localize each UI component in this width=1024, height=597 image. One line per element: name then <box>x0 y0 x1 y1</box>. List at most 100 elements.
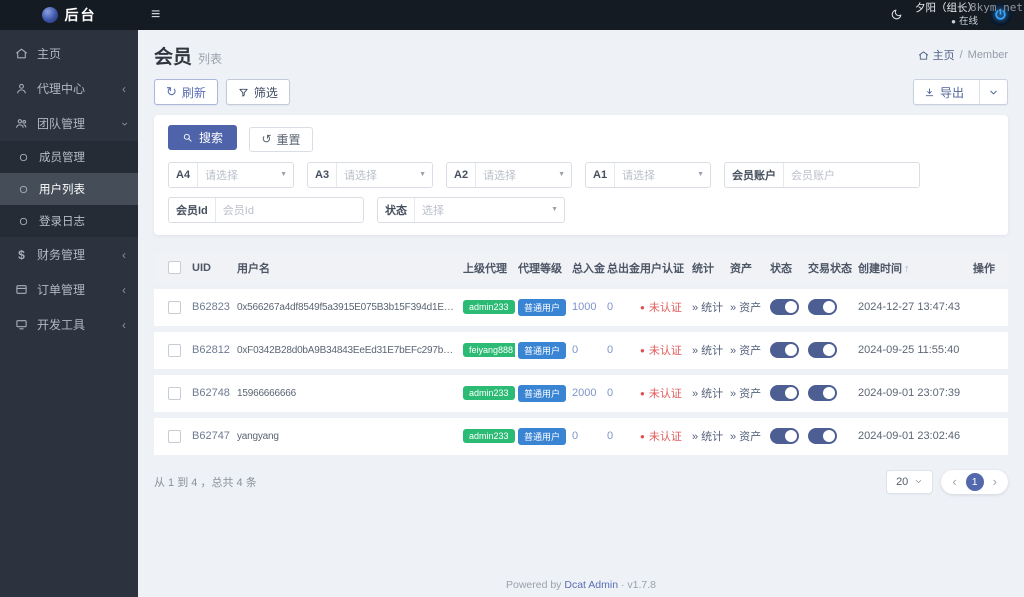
row-checkbox[interactable] <box>168 429 181 443</box>
current-page-button[interactable]: 1 <box>965 472 984 491</box>
status-toggle[interactable] <box>770 299 799 315</box>
sidebar-item-login-log[interactable]: 登录日志 <box>0 205 138 237</box>
cell-auth: ● 未认证 <box>637 288 689 326</box>
sidebar-item-orders[interactable]: 订单管理 ‹ <box>0 272 138 307</box>
sidebar-item-home[interactable]: 主页 <box>0 36 138 71</box>
cell-username: 0xF0342B28d0bA9B34843EeEd31E7bEFc297bb1d… <box>234 331 460 369</box>
parent-agent-badge[interactable]: admin233 <box>463 300 515 314</box>
sidebar-item-agent-center[interactable]: 代理中心 ‹ <box>0 71 138 106</box>
status-toggle[interactable] <box>770 428 799 444</box>
assets-link[interactable]: » 资产 <box>730 302 761 314</box>
hamburger-icon[interactable]: ≡ <box>151 6 160 24</box>
agent-level-badge[interactable]: 普通用户 <box>518 384 567 402</box>
stats-link[interactable]: » 统计 <box>692 345 723 357</box>
status-toggle[interactable] <box>770 342 799 358</box>
cell-actions <box>970 331 1008 369</box>
caret-down-icon: ▼ <box>419 171 426 178</box>
page-size-select[interactable]: 20 <box>886 469 934 494</box>
sidebar-item-label: 财务管理 <box>37 248 86 262</box>
parent-agent-badge[interactable]: admin233 <box>463 386 515 400</box>
select-a3[interactable]: A3 请选择 ▼ <box>307 161 433 188</box>
brand-logo-icon <box>41 7 58 23</box>
refresh-label: 刷新 <box>181 85 206 100</box>
sidebar-item-team-management[interactable]: 团队管理 ‹ <box>0 106 138 141</box>
withdraw-link[interactable]: 0 <box>607 387 613 399</box>
assets-link[interactable]: » 资产 <box>730 388 761 400</box>
dark-mode-icon[interactable] <box>890 8 904 22</box>
withdraw-link[interactable]: 0 <box>607 430 613 442</box>
select-a4[interactable]: A4 请选择 ▼ <box>168 161 294 188</box>
parent-agent-badge[interactable]: admin233 <box>463 429 515 443</box>
user-info[interactable]: 夕阳（组长） ● 在线 <box>915 2 978 28</box>
sidebar-item-user-list[interactable]: 用户列表 <box>0 173 138 205</box>
status-toggle[interactable] <box>770 385 799 401</box>
reset-button[interactable]: ↺ 重置 <box>249 126 313 152</box>
col-total-withdraw: 总出金 <box>604 252 640 283</box>
sidebar-submenu-team: 成员管理 用户列表 登录日志 <box>0 141 138 237</box>
row-checkbox[interactable] <box>168 343 181 357</box>
next-page-button[interactable]: › <box>986 475 1004 488</box>
dcat-admin-link[interactable]: Dcat Admin <box>564 579 618 591</box>
agent-level-badge[interactable]: 普通用户 <box>518 341 567 359</box>
caret-down-icon: ▼ <box>697 171 704 178</box>
cell-auth: ● 未认证 <box>637 417 689 455</box>
export-button[interactable]: 导出 <box>912 79 1008 105</box>
deposit-link[interactable]: 1000 <box>572 301 596 313</box>
deposit-link[interactable]: 0 <box>572 430 578 442</box>
brand[interactable]: 后台 <box>0 0 138 30</box>
prev-page-button[interactable]: ‹ <box>945 475 963 488</box>
stats-link[interactable]: » 统计 <box>692 388 723 400</box>
select-a4-placeholder: 请选择 <box>205 169 239 182</box>
breadcrumb-home[interactable]: 主页 <box>918 47 955 63</box>
row-checkbox[interactable] <box>168 386 181 400</box>
user-status-label: 在线 <box>958 15 978 27</box>
trade-status-toggle[interactable] <box>808 299 837 315</box>
cell-created-at: 2024-09-01 23:02:46 <box>855 417 970 455</box>
export-label: 导出 <box>939 85 964 100</box>
assets-link[interactable]: » 资产 <box>730 345 761 357</box>
status-select[interactable]: 状态 选择 ▼ <box>377 196 565 223</box>
trade-status-toggle[interactable] <box>808 428 837 444</box>
withdraw-link[interactable]: 0 <box>607 301 613 313</box>
funnel-icon <box>239 88 248 97</box>
select-a1[interactable]: A1 请选择 ▼ <box>585 161 711 188</box>
filter-button[interactable]: 筛选 <box>225 79 290 105</box>
stats-link[interactable]: » 统计 <box>692 431 723 443</box>
sort-asc-icon: ↑ <box>904 262 910 275</box>
table-row: B62747 yangyang admin233 普通用户 0 0 ● 未认证 »… <box>154 417 1008 455</box>
online-dot-icon: ● <box>951 16 956 26</box>
col-uid: UID <box>189 252 234 283</box>
select-a2[interactable]: A2 请选择 ▼ <box>446 161 572 188</box>
sidebar-item-finance[interactable]: $ 财务管理 ‹ <box>0 237 138 272</box>
select-all-checkbox[interactable] <box>168 261 181 274</box>
assets-link[interactable]: » 资产 <box>730 431 761 443</box>
trade-status-toggle[interactable] <box>808 342 837 358</box>
sidebar-item-label: 登录日志 <box>39 216 85 228</box>
member-id-field[interactable]: 会员Id 会员Id <box>168 196 364 223</box>
deposit-link[interactable]: 2000 <box>572 387 596 399</box>
select-a3-placeholder: 请选择 <box>344 169 378 182</box>
agent-level-badge[interactable]: 普通用户 <box>518 427 567 445</box>
brand-title: 后台 <box>64 7 97 23</box>
sidebar-item-dev-tools[interactable]: 开发工具 ‹ <box>0 307 138 342</box>
sidebar-item-label: 团队管理 <box>37 117 86 131</box>
export-caret[interactable] <box>979 80 1007 104</box>
table-header-row: UID 用户名 上级代理 代理等级 总入金 总出金 用户认证 统计 资产 状态 … <box>154 252 1008 283</box>
sidebar-item-member-management[interactable]: 成员管理 <box>0 141 138 173</box>
trade-status-toggle[interactable] <box>808 385 837 401</box>
member-id-input[interactable]: 会员Id <box>216 202 363 218</box>
stats-link[interactable]: » 统计 <box>692 302 723 314</box>
withdraw-link[interactable]: 0 <box>607 344 613 356</box>
member-account-field[interactable]: 会员账户 会员账户 <box>724 161 920 188</box>
agent-level-badge[interactable]: 普通用户 <box>518 298 567 316</box>
refresh-icon: ↻ <box>166 84 177 99</box>
col-created-at[interactable]: 创建时间 ↑ <box>855 252 970 283</box>
refresh-button[interactable]: ↻ 刷新 <box>154 79 218 105</box>
member-account-input[interactable]: 会员账户 <box>784 167 919 183</box>
order-card-icon <box>15 283 28 296</box>
deposit-link[interactable]: 0 <box>572 344 578 356</box>
row-checkbox[interactable] <box>168 300 181 314</box>
parent-agent-badge[interactable]: feiyang888 <box>463 343 515 357</box>
sidebar-item-label: 开发工具 <box>37 318 86 332</box>
search-button[interactable]: 搜索 <box>168 125 238 150</box>
